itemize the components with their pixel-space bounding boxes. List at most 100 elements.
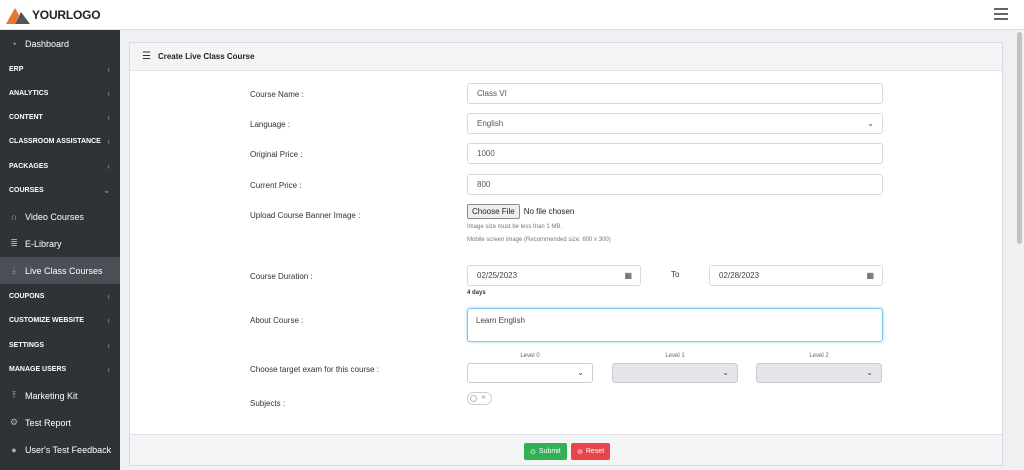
subjects-label: Subjects :	[250, 399, 286, 408]
sidebar-item-courses[interactable]: COURSES ⌄	[0, 178, 120, 202]
reset-button[interactable]: ⊘ Reset	[571, 443, 611, 460]
end-date-input[interactable]: 02/28/2023 ▦	[709, 265, 883, 286]
calendar-icon[interactable]: ▦	[866, 271, 874, 280]
level-2-select: ⌄	[756, 363, 882, 383]
sidebar-item-label: MANAGE USERS	[9, 365, 67, 373]
check-circle-icon: ⊙	[530, 448, 536, 456]
target-exam-label: Choose target exam for this course :	[250, 365, 379, 374]
sidebar-item-label: CLASSROOM ASSISTANCE	[9, 137, 101, 145]
gear-icon: ⚙	[9, 417, 19, 427]
scrollbar-thumb[interactable]	[1017, 32, 1022, 244]
sidebar-item-live-class-courses[interactable]: ⤓ Live Class Courses	[0, 257, 120, 284]
sidebar-item-customize-website[interactable]: CUSTOMIZE WEBSITE ‹	[0, 308, 120, 332]
sidebar-item-label: User's Test Feedback	[25, 444, 112, 455]
language-select[interactable]: English ⌄	[467, 113, 883, 134]
chevron-left-icon: ‹	[107, 364, 110, 374]
course-name-input[interactable]: Class VI	[467, 83, 883, 104]
course-name-value: Class VI	[477, 89, 507, 98]
sidebar-item-manage-users[interactable]: MANAGE USERS ‹	[0, 357, 120, 381]
ban-icon: ⊘	[577, 448, 583, 456]
current-price-input[interactable]: 800	[467, 174, 883, 195]
chevron-left-icon: ‹	[107, 161, 110, 171]
logo-text: YOURLOGO	[32, 8, 101, 22]
to-label: To	[671, 270, 680, 279]
sidebar-item-label: PACKAGES	[9, 162, 49, 170]
sidebar-item-content[interactable]: CONTENT ‹	[0, 105, 120, 129]
submit-button[interactable]: ⊙ Submit	[524, 443, 567, 460]
sidebar-item-e-library[interactable]: ≣ E-Library	[0, 230, 120, 257]
toggle-knob	[470, 395, 477, 402]
upload-icon: ⤒	[12, 390, 16, 400]
end-date-value: 02/28/2023	[719, 271, 760, 280]
sidebar-item-label: COUPONS	[9, 292, 45, 300]
current-price-value: 800	[477, 180, 491, 189]
level-0-label: Level 0	[520, 353, 540, 359]
sidebar-item-label: E-Library	[25, 238, 62, 249]
books-icon: ≣	[10, 238, 18, 248]
create-course-panel: ☰ Create Live Class Course Course Name :…	[129, 42, 1003, 466]
level-1-label: Level 1	[665, 353, 685, 359]
chevron-down-icon: ⌄	[722, 368, 729, 377]
sidebar-item-test-report[interactable]: ⚙ Test Report	[0, 409, 120, 436]
sidebar-item-settings[interactable]: SETTINGS ‹	[0, 333, 120, 357]
banner-file-input[interactable]: Choose File No file chosen	[467, 204, 574, 219]
headphones-icon: ∩	[10, 211, 18, 222]
chevron-down-icon: ⌄	[577, 368, 584, 377]
chat-icon: ●	[11, 444, 17, 455]
close-icon: ✕	[480, 395, 486, 401]
level-0-select[interactable]: ⌄	[467, 363, 593, 383]
subjects-toggle[interactable]: ✕	[467, 392, 492, 405]
sidebar-item-label: Video Courses	[25, 211, 84, 222]
sidebar-item-coupons[interactable]: COUPONS ‹	[0, 284, 120, 308]
sidebar-item-marketing-kit[interactable]: ⤒ Marketing Kit	[0, 382, 120, 409]
sidebar-item-analytics[interactable]: ANALYTICS ‹	[0, 81, 120, 105]
page-scrollbar[interactable]	[1015, 30, 1024, 470]
sidebar-item-label: CUSTOMIZE WEBSITE	[9, 316, 84, 324]
chevron-down-icon: ⌄	[866, 368, 873, 377]
duration-label: Course Duration :	[250, 272, 313, 281]
original-price-value: 1000	[477, 149, 495, 158]
sidebar-item-label: Live Class Courses	[25, 265, 103, 276]
sidebar-item-label: CONTENT	[9, 113, 43, 121]
sidebar-item-packages[interactable]: PACKAGES ‹	[0, 154, 120, 178]
chevron-left-icon: ‹	[107, 64, 110, 74]
sidebar-item-dashboard[interactable]: ◔ Dashboard	[0, 30, 120, 57]
about-textarea[interactable]: Learn English	[467, 308, 883, 342]
submit-label: Submit	[538, 448, 561, 455]
course-name-label: Course Name :	[250, 90, 304, 99]
original-price-input[interactable]: 1000	[467, 143, 883, 164]
sidebar-item-label: Marketing Kit	[25, 390, 78, 401]
chevron-down-icon: ⌄	[103, 185, 110, 195]
duration-days: 4 days	[467, 290, 486, 296]
choose-file-button[interactable]: Choose File	[467, 204, 520, 219]
sidebar-item-label: ERP	[9, 65, 24, 73]
panel-header: ☰ Create Live Class Course	[130, 43, 1002, 71]
reset-label: Reset	[585, 448, 605, 455]
start-date-input[interactable]: 02/25/2023 ▦	[467, 265, 641, 286]
sidebar-item-video-courses[interactable]: ∩ Video Courses	[0, 203, 120, 230]
chevron-left-icon: ‹	[107, 136, 110, 146]
sidebar-item-users-test-feedback[interactable]: ● User's Test Feedback	[0, 436, 120, 463]
logo[interactable]: YOURLOGO	[6, 5, 101, 25]
sidebar-item-label: Test Report	[25, 417, 72, 428]
calendar-icon[interactable]: ▦	[624, 271, 632, 280]
about-label: About Course :	[250, 316, 304, 325]
banner-label: Upload Course Banner Image :	[250, 211, 361, 220]
language-value: English	[477, 119, 504, 128]
banner-note-size: Image size must be less than 1 MB.	[467, 224, 563, 230]
page-title: Create Live Class Course	[157, 52, 255, 61]
sidebar-item-label: SETTINGS	[9, 341, 45, 349]
original-price-label: Original Price :	[250, 150, 303, 159]
chevron-left-icon: ‹	[107, 112, 110, 122]
sidebar-item-label: ANALYTICS	[9, 89, 49, 97]
menu-toggle-icon[interactable]	[994, 8, 1008, 20]
level-2-label: Level 2	[809, 353, 829, 359]
banner-note-mobile: Mobile screen image (Recommended size: 6…	[467, 237, 611, 243]
sidebar-item-label: Dashboard	[25, 38, 70, 49]
current-price-label: Current Price :	[250, 181, 302, 190]
sidebar-item-classroom-assistance[interactable]: CLASSROOM ASSISTANCE ‹	[0, 129, 120, 153]
download-icon: ⤓	[12, 265, 16, 275]
sidebar-item-erp[interactable]: ERP ‹	[0, 57, 120, 81]
level-1-select: ⌄	[612, 363, 738, 383]
language-label: Language :	[250, 120, 291, 129]
